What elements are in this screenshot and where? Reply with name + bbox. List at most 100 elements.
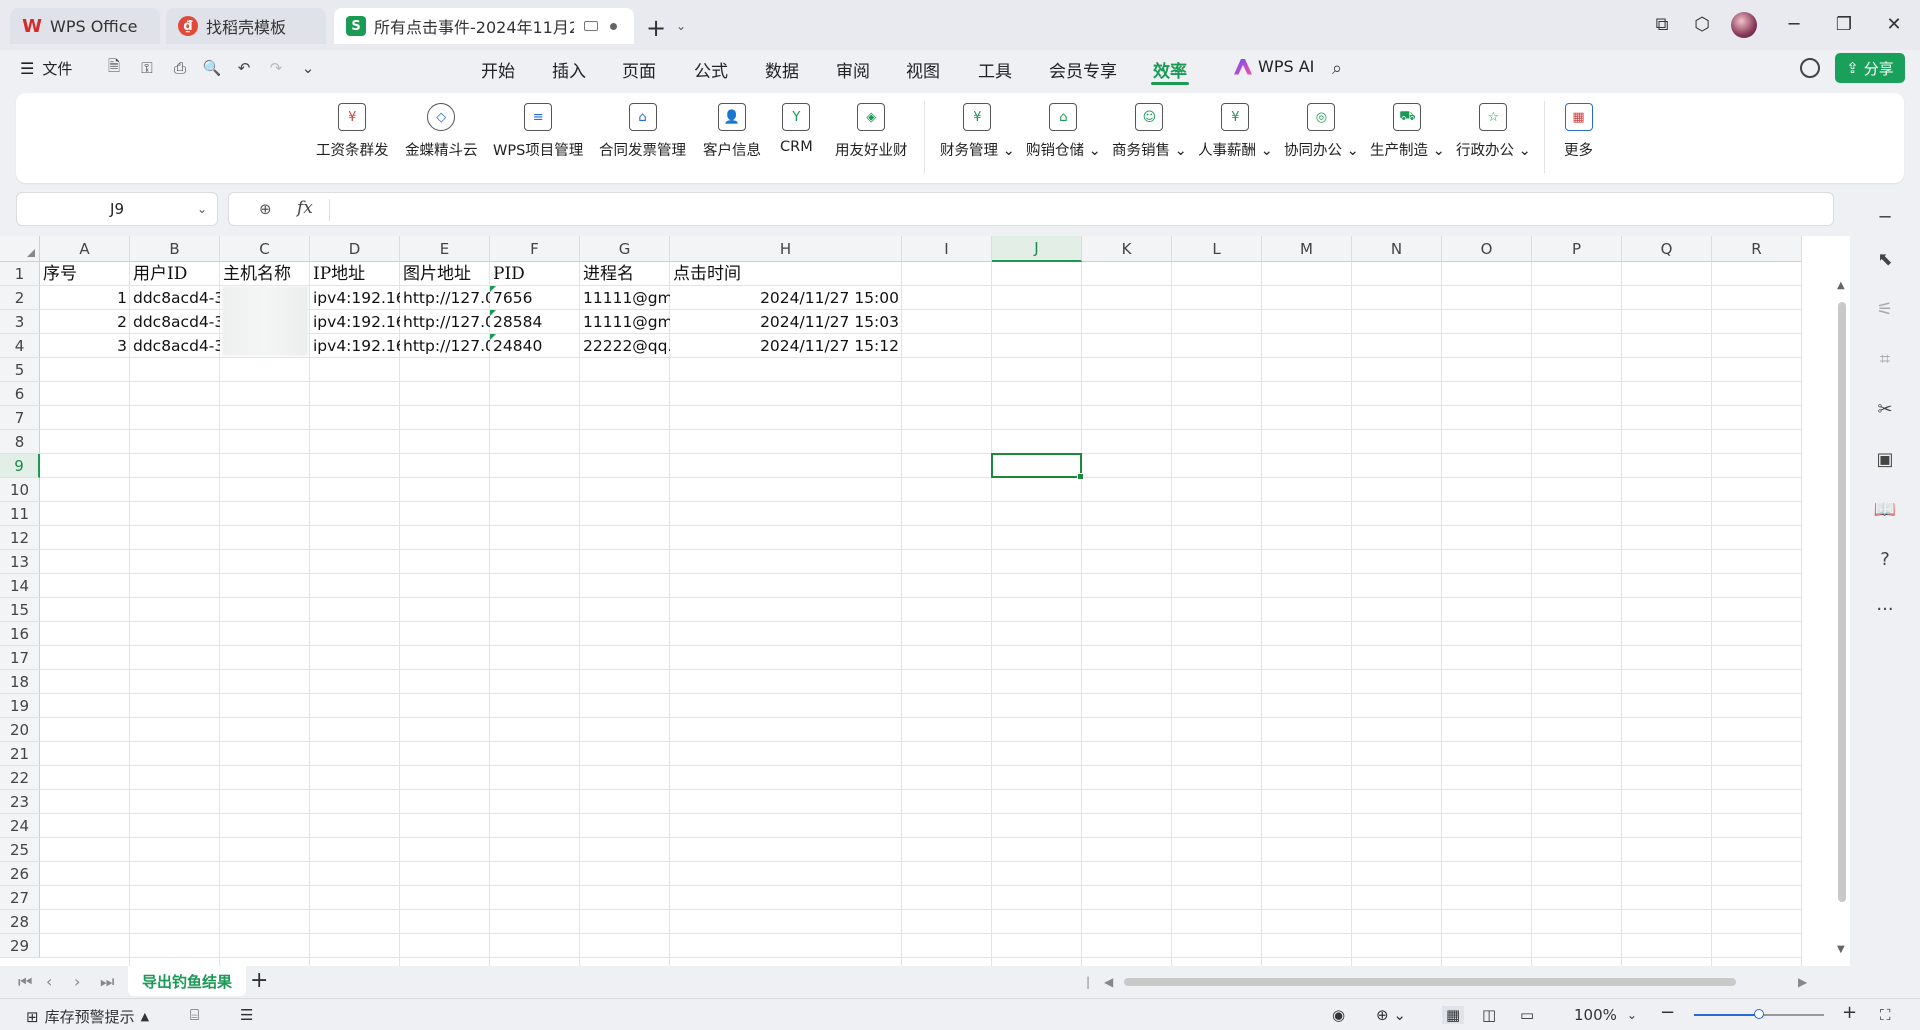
book-icon[interactable]: 📖	[1872, 496, 1898, 522]
row-header[interactable]: 26	[0, 862, 40, 886]
ribbon-customer-info[interactable]: 👤 客户信息	[703, 103, 761, 160]
wps-ai-button[interactable]: WPS AI	[1234, 57, 1314, 76]
scroll-right-icon[interactable]: ▶	[1798, 975, 1807, 989]
row-header[interactable]: 16	[0, 622, 40, 646]
zoom-in-icon[interactable]: +	[1842, 1002, 1857, 1023]
row-header[interactable]: 10	[0, 478, 40, 502]
chevron-down-icon[interactable]: ⌄	[298, 58, 318, 78]
error-indicator-icon[interactable]	[490, 310, 496, 316]
table-cell[interactable]: 2	[40, 310, 130, 334]
column-header[interactable]: I	[902, 236, 992, 262]
ribbon-contract-invoice[interactable]: ⌂ 合同发票管理	[599, 103, 686, 160]
table-cell[interactable]: http://127.0	[400, 286, 490, 310]
column-header[interactable]: F	[490, 236, 580, 262]
ribbon-payroll-send[interactable]: ¥ 工资条群发	[316, 103, 389, 160]
window-list-icon[interactable]: ⧉	[1650, 12, 1674, 36]
file-menu[interactable]: ☰ 文件	[20, 58, 72, 79]
scroll-left-icon[interactable]: ◀	[1104, 975, 1113, 989]
row-header[interactable]: 13	[0, 550, 40, 574]
zoom-slider-knob[interactable]	[1754, 1009, 1764, 1019]
row-header[interactable]: 28	[0, 910, 40, 934]
table-cell[interactable]: 11111@gma	[580, 286, 670, 310]
table-cell[interactable]: ddc8acd4-3	[130, 334, 220, 358]
row-header[interactable]: 7	[0, 406, 40, 430]
minimize-icon[interactable]: ─	[1782, 12, 1806, 36]
row-header[interactable]: 21	[0, 742, 40, 766]
name-box[interactable]: J9 ⌄	[16, 192, 218, 226]
avatar[interactable]	[1731, 12, 1757, 38]
ribbon-kingdee[interactable]: ◇ 金蝶精斗云	[405, 103, 478, 160]
table-cell[interactable]: 22222@qq.c	[580, 334, 670, 358]
row-header[interactable]: 1	[0, 262, 40, 286]
scrollbar-thumb[interactable]	[1838, 302, 1846, 902]
ribbon-yonyou[interactable]: ◈ 用友好业财	[835, 103, 908, 160]
horizontal-scrollbar[interactable]	[1124, 978, 1736, 986]
row-header[interactable]: 24	[0, 814, 40, 838]
macro-icon[interactable]: ⌸	[190, 1006, 199, 1024]
table-cell[interactable]: 序号	[40, 262, 130, 286]
column-header[interactable]: P	[1532, 236, 1622, 262]
next-sheet-icon[interactable]: ›	[74, 972, 80, 991]
row-header[interactable]: 18	[0, 670, 40, 694]
table-cell[interactable]: 2024/11/27 15:00	[670, 286, 902, 310]
row-header[interactable]: 29	[0, 934, 40, 958]
menu-data[interactable]: 数据	[765, 57, 799, 82]
ribbon-purchase-storage[interactable]: ⌂ 购销仓储 ⌄	[1026, 103, 1101, 160]
page-layout-icon[interactable]: ◫	[1482, 1006, 1496, 1024]
table-cell[interactable]: 11111@gma	[580, 310, 670, 334]
table-cell[interactable]: 1	[40, 286, 130, 310]
row-header[interactable]: 2	[0, 286, 40, 310]
table-cell[interactable]: 点击时间	[670, 262, 870, 286]
column-header[interactable]: N	[1352, 236, 1442, 262]
search-icon[interactable]: ⌕	[1327, 58, 1347, 79]
error-indicator-icon[interactable]	[490, 286, 496, 292]
table-cell[interactable]: ipv4:192.16	[310, 286, 400, 310]
tab-docer-templates[interactable]: ₫ 找稻壳模板	[166, 8, 326, 44]
column-header[interactable]: R	[1712, 236, 1802, 262]
tab-spreadsheet[interactable]: S 所有点击事件-2024年11月27	[334, 8, 634, 44]
table-cell[interactable]: 28584	[490, 310, 580, 334]
sheet-tab-active[interactable]: 导出钓鱼结果	[128, 966, 247, 996]
crosshair-icon[interactable]: ⊕ ⌄	[1376, 1006, 1406, 1024]
row-header[interactable]: 14	[0, 574, 40, 598]
vertical-scrollbar[interactable]: ▲ ▼	[1834, 262, 1850, 962]
zoom-slider[interactable]	[1694, 1009, 1824, 1019]
function-icon[interactable]: fx	[297, 198, 313, 218]
save-icon[interactable]: 🗎	[104, 57, 124, 78]
key-icon[interactable]: ⚿	[137, 58, 157, 78]
cloud-sync-icon[interactable]	[1800, 58, 1820, 78]
fullscreen-icon[interactable]: ⛶	[1880, 1006, 1891, 1024]
scroll-down-icon[interactable]: ▼	[1837, 944, 1845, 955]
table-cell[interactable]: 用户ID	[130, 262, 220, 286]
table-cell[interactable]: ipv4:192.16	[310, 334, 400, 358]
table-cell[interactable]: 2024/11/27 15:03	[670, 310, 902, 334]
column-header[interactable]: C	[220, 236, 310, 262]
more-icon[interactable]: ···	[1872, 596, 1898, 622]
menu-insert[interactable]: 插入	[552, 57, 586, 82]
column-header[interactable]: D	[310, 236, 400, 262]
column-header[interactable]: E	[400, 236, 490, 262]
tools-icon[interactable]: ✂	[1872, 396, 1898, 422]
help-icon[interactable]: ?	[1872, 546, 1898, 572]
ribbon-wps-project[interactable]: ≡ WPS项目管理	[493, 103, 583, 160]
menu-formula[interactable]: 公式	[694, 57, 728, 82]
zoom-level[interactable]: 100% ⌄	[1574, 1006, 1637, 1024]
row-header[interactable]: 6	[0, 382, 40, 406]
add-sheet-icon[interactable]: +	[250, 968, 268, 993]
column-header[interactable]: J	[992, 236, 1082, 262]
menu-tools[interactable]: 工具	[978, 57, 1012, 82]
formula-bar[interactable]: ⊕ fx	[228, 192, 1834, 226]
row-header[interactable]: 4	[0, 334, 40, 358]
normal-view-icon[interactable]: ▦	[1442, 1006, 1465, 1024]
eye-protection-icon[interactable]: ◉	[1332, 1006, 1345, 1024]
row-header[interactable]: 8	[0, 430, 40, 454]
ribbon-crm[interactable]: Y CRM	[780, 103, 813, 155]
column-header[interactable]: B	[130, 236, 220, 262]
row-header[interactable]: 19	[0, 694, 40, 718]
redo-icon[interactable]: ↷	[266, 58, 286, 78]
column-header[interactable]: A	[40, 236, 130, 262]
zoom-formula-icon[interactable]: ⊕	[259, 200, 272, 218]
table-cell[interactable]: 7656	[490, 286, 580, 310]
ribbon-finance[interactable]: ¥ 财务管理 ⌄	[940, 103, 1015, 160]
column-header[interactable]: G	[580, 236, 670, 262]
